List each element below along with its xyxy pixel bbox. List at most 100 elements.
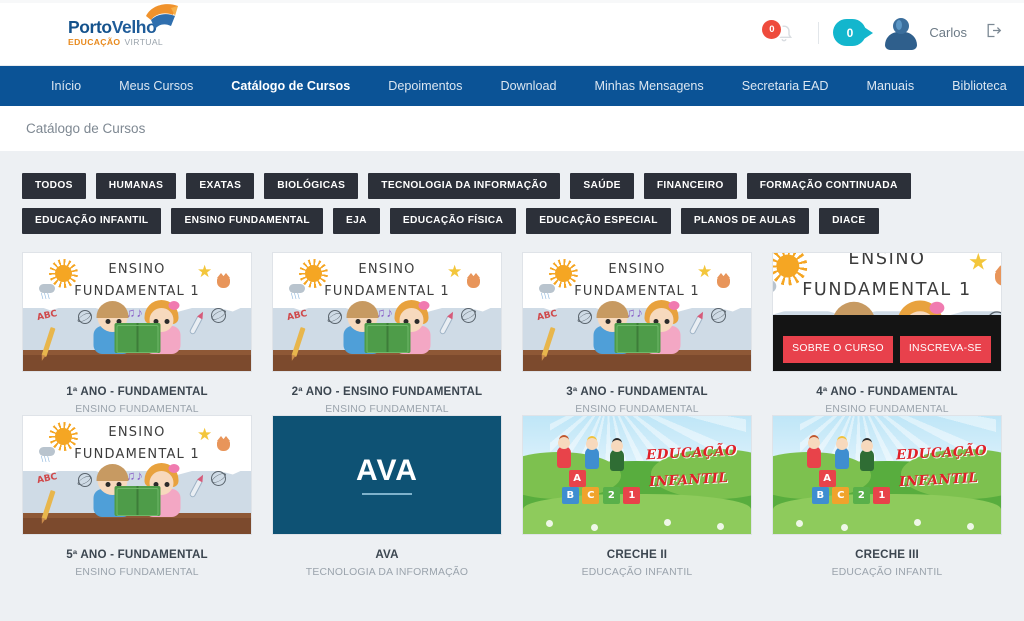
course-title[interactable]: CRECHE II	[607, 548, 667, 561]
nav-item-download[interactable]: Download	[481, 66, 575, 106]
atom-icon	[211, 308, 226, 323]
block-a: A	[569, 470, 586, 487]
breadcrumb: Catálogo de Cursos	[0, 106, 1024, 151]
girl-hair-bow	[930, 303, 945, 315]
user-name[interactable]: Carlos	[929, 25, 967, 40]
block-c: C	[832, 487, 849, 504]
nav-item-meus-cursos[interactable]: Meus Cursos	[100, 66, 212, 106]
top-bar: PortoVelho EDUCAÇÃO VIRTUAL 0 0	[0, 0, 1024, 66]
nav-item-biblioteca[interactable]: Biblioteca	[933, 66, 1024, 106]
course-title[interactable]: 1ª ANO - FUNDAMENTAL	[66, 385, 208, 398]
filter-chip[interactable]: EDUCAÇÃO INFANTIL	[22, 208, 161, 234]
ava-logo-text: AVA	[356, 456, 418, 486]
boy-hair	[597, 301, 629, 318]
thumb-title-line1: ENSINO	[23, 425, 251, 440]
nav-item-depoimentos[interactable]: Depoimentos	[369, 66, 481, 106]
girl-hair-bow	[169, 301, 180, 310]
block-b: B	[562, 487, 579, 504]
breadcrumb-current: Catálogo de Cursos	[26, 121, 145, 136]
course-category: ENSINO FUNDAMENTAL	[825, 404, 949, 415]
filter-chip[interactable]: ENSINO FUNDAMENTAL	[171, 208, 323, 234]
page-root: PortoVelho EDUCAÇÃO VIRTUAL 0 0	[0, 0, 1024, 621]
course-grid: ★ABC♫♪ENSINOFUNDAMENTAL 1 1ª ANO - FUNDAM…	[22, 252, 1002, 578]
children-illustration	[90, 292, 185, 354]
user-area: 0 0 Carlos	[758, 16, 1002, 50]
course-title[interactable]: 2ª ANO - ENSINO FUNDAMENTAL	[292, 385, 483, 398]
course-card[interactable]: ★ABC♫♪ENSINOFUNDAMENTAL 1 5ª ANO - FUNDAM…	[22, 415, 252, 578]
logo-subtitle-educacao: EDUCAÇÃO	[68, 37, 120, 47]
filter-chip[interactable]: FORMAÇÃO CONTINUADA	[747, 173, 911, 199]
filter-chip[interactable]: EDUCAÇÃO ESPECIAL	[526, 208, 671, 234]
boy-eye	[606, 319, 611, 324]
main-navigation: Início Meus Cursos Catálogo de Cursos De…	[0, 66, 1024, 106]
educacao-infantil-illustration: ABC21EDUCAÇÃOINFANTIL	[773, 416, 1001, 534]
course-thumbnail[interactable]: ★ABC♫♪ENSINOFUNDAMENTAL 1	[22, 252, 252, 372]
course-thumbnail[interactable]: ★ABC♫♪ENSINOFUNDAMENTAL 1	[22, 415, 252, 535]
filter-chip[interactable]: EDUCAÇÃO FÍSICA	[390, 208, 516, 234]
course-title[interactable]: CRECHE III	[855, 548, 919, 561]
child-blue	[585, 447, 599, 469]
course-thumbnail[interactable]: ★ABC♫♪ENSINOFUNDAMENTAL 1	[522, 252, 752, 372]
course-thumbnail[interactable]: ABC21EDUCAÇÃOINFANTIL	[522, 415, 752, 535]
filter-chip[interactable]: SAÚDE	[570, 173, 633, 199]
course-card[interactable]: ★ABC♫♪ENSINOFUNDAMENTAL 1 3ª ANO - FUNDAM…	[522, 252, 752, 415]
educacao-infantil-illustration: ABC21EDUCAÇÃOINFANTIL	[523, 416, 751, 534]
nav-item-manuais[interactable]: Manuais	[848, 66, 934, 106]
course-card[interactable]: ★ABC♫♪ENSINOFUNDAMENTAL 1SOBRE O CURSOIN…	[772, 252, 1002, 415]
filter-chip[interactable]: EXATAS	[186, 173, 254, 199]
course-card[interactable]: ★ABC♫♪ENSINOFUNDAMENTAL 1 2ª ANO - ENSINO…	[272, 252, 502, 415]
block-b: B	[812, 487, 829, 504]
girl-eye	[165, 482, 170, 487]
ava-underline	[362, 493, 412, 495]
about-course-button[interactable]: SOBRE O CURSO	[783, 336, 893, 362]
avatar[interactable]	[884, 16, 918, 50]
course-title[interactable]: 3ª ANO - FUNDAMENTAL	[566, 385, 708, 398]
logout-button[interactable]	[985, 22, 1002, 44]
thumb-title-line1: ENSINO	[273, 262, 501, 277]
enroll-button[interactable]: INSCREVA-SE	[900, 336, 991, 362]
course-title[interactable]: 4ª ANO - FUNDAMENTAL	[816, 385, 958, 398]
nav-item-inicio[interactable]: Início	[32, 66, 100, 106]
course-card[interactable]: ★ABC♫♪ENSINOFUNDAMENTAL 1 1ª ANO - FUNDAM…	[22, 252, 252, 415]
filter-chip[interactable]: EJA	[333, 208, 380, 234]
course-thumbnail[interactable]: ★ABC♫♪ENSINOFUNDAMENTAL 1SOBRE O CURSOIN…	[772, 252, 1002, 372]
nav-item-minhas-mensagens[interactable]: Minhas Mensagens	[576, 66, 723, 106]
filter-chip[interactable]: TECNOLOGIA DA INFORMAÇÃO	[368, 173, 560, 199]
course-card[interactable]: ABC21EDUCAÇÃOINFANTILCRECHE IIIEDUCAÇÃO …	[772, 415, 1002, 578]
filter-chip[interactable]: HUMANAS	[96, 173, 177, 199]
ensino-fundamental-illustration: ★ABC♫♪ENSINOFUNDAMENTAL 1	[273, 253, 501, 371]
child-red	[807, 446, 821, 468]
flower-icon	[717, 523, 724, 530]
block-c: C	[582, 487, 599, 504]
filter-chip[interactable]: BIOLÓGICAS	[264, 173, 358, 199]
ensino-fundamental-illustration: ★ABC♫♪ENSINOFUNDAMENTAL 1	[523, 253, 751, 371]
flower-icon	[967, 523, 974, 530]
filter-chip[interactable]: DIACE	[819, 208, 878, 234]
logo-subtitle-virtual: VIRTUAL	[124, 37, 163, 47]
notifications-button[interactable]: 0	[758, 16, 804, 50]
girl-hair-bow	[169, 464, 180, 473]
content-area: TODOS HUMANAS EXATAS BIOLÓGICAS TECNOLOGIA D…	[0, 151, 1024, 621]
course-thumbnail[interactable]: AVA	[272, 415, 502, 535]
course-title[interactable]: AVA	[375, 548, 398, 561]
boy-eye	[106, 319, 111, 324]
site-logo[interactable]: PortoVelho EDUCAÇÃO VIRTUAL	[0, 18, 164, 47]
filter-chip[interactable]: FINANCEIRO	[644, 173, 737, 199]
course-category: ENSINO FUNDAMENTAL	[75, 567, 199, 578]
filter-chip[interactable]: PLANOS DE AULAS	[681, 208, 809, 234]
course-category: EDUCAÇÃO INFANTIL	[582, 567, 693, 578]
course-thumbnail[interactable]: ABC21EDUCAÇÃOINFANTIL	[772, 415, 1002, 535]
course-card[interactable]: ABC21EDUCAÇÃOINFANTIL CRECHE II EDUCAÇÃO I…	[522, 415, 752, 578]
course-thumbnail[interactable]: ★ABC♫♪ENSINOFUNDAMENTAL 1	[272, 252, 502, 372]
filter-chip[interactable]: TODOS	[22, 173, 86, 199]
course-title[interactable]: 5ª ANO - FUNDAMENTAL	[66, 548, 208, 561]
course-card[interactable]: AVAAVATECNOLOGIA DA INFORMAÇÃO	[272, 415, 502, 578]
nav-item-secretaria-ead[interactable]: Secretaria EAD	[723, 66, 848, 106]
children-illustration	[590, 292, 685, 354]
message-count: 0	[847, 26, 854, 40]
boy-hair	[347, 301, 379, 318]
block-a: A	[819, 470, 836, 487]
girl-hair-bow	[419, 301, 430, 310]
nav-item-catalogo-de-cursos[interactable]: Catálogo de Cursos	[212, 66, 369, 106]
messages-button[interactable]: 0	[833, 19, 866, 46]
